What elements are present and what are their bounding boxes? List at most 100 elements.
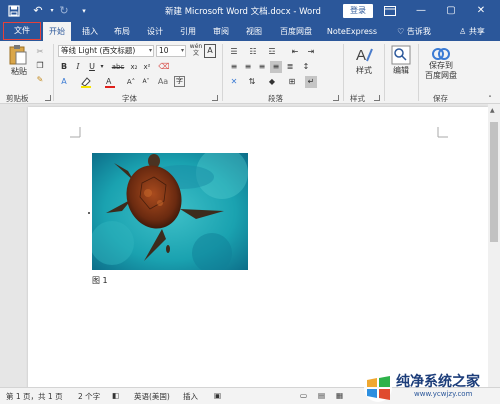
font-name-box[interactable]: 等线 Light (西文标题) ▾ <box>58 45 154 57</box>
chinese-layout-icon[interactable]: ✕ <box>228 76 240 88</box>
paste-icon <box>9 45 27 65</box>
read-mode-icon[interactable]: ▭ <box>300 391 307 400</box>
vertical-scrollbar[interactable]: ▲ <box>488 104 500 387</box>
text-effects-icon[interactable]: A <box>58 76 70 88</box>
font-color-icon[interactable]: A <box>104 76 116 88</box>
clear-formatting-icon[interactable]: ⌫ <box>158 61 170 73</box>
tab-insert[interactable]: 插入 <box>78 22 102 41</box>
document-title: 新建 Microsoft Word 文档.docx - Word <box>165 7 321 17</box>
tab-references[interactable]: 引用 <box>176 22 200 41</box>
tab-view[interactable]: 视图 <box>242 22 266 41</box>
tab-layout[interactable]: 布局 <box>110 22 134 41</box>
scroll-thumb[interactable] <box>490 122 498 242</box>
shrink-font-icon[interactable]: A˅ <box>140 76 152 88</box>
tell-me-search[interactable]: ♡ 告诉我 <box>392 22 436 41</box>
restore-button[interactable]: ▢ <box>440 2 462 20</box>
decrease-indent-icon[interactable]: ⇤ <box>289 46 301 58</box>
styles-launcher-icon[interactable] <box>374 95 380 101</box>
align-left-icon[interactable]: ≡ <box>228 61 240 73</box>
italic-button[interactable]: I <box>72 61 84 73</box>
figure-caption[interactable]: 图 1 <box>92 275 108 286</box>
turtle-image[interactable] <box>92 153 248 270</box>
login-button[interactable]: 登录 <box>343 4 373 18</box>
change-case-icon[interactable]: Aa <box>157 76 169 88</box>
save-icon[interactable] <box>6 3 22 19</box>
styles-icon: A <box>356 47 373 64</box>
cut-icon[interactable]: ✂ <box>34 46 46 58</box>
editing-button[interactable]: 编辑 <box>388 45 414 77</box>
redo-icon[interactable]: ↻ <box>56 3 72 19</box>
page-count[interactable]: 第 1 页，共 1 页 <box>6 391 63 402</box>
tab-noteexpress[interactable]: NoteExpress <box>325 22 379 41</box>
font-group-label: 字体 <box>122 94 137 103</box>
paragraph-group-label: 段落 <box>268 94 283 103</box>
sort-icon[interactable]: ⇅ <box>246 76 258 88</box>
justify-icon[interactable]: ≡ <box>270 61 282 73</box>
underline-button[interactable]: U <box>86 61 98 73</box>
scroll-up-icon[interactable]: ▲ <box>490 107 495 114</box>
title-bar: ↶ ▾ ↻ ▾ 新建 Microsoft Word 文档.docx - Word… <box>0 0 500 22</box>
baidu-netdisk-icon <box>432 48 450 60</box>
copy-icon[interactable]: ❐ <box>34 60 46 72</box>
font-launcher-icon[interactable] <box>212 95 218 101</box>
tab-design[interactable]: 设计 <box>143 22 167 41</box>
share-button[interactable]: ♙ 共享 <box>452 22 492 41</box>
tab-home[interactable]: 开始 <box>43 22 71 41</box>
paste-button[interactable]: 粘贴 <box>8 44 30 78</box>
save-to-baidu-button[interactable]: 保存到 百度网盘 <box>422 45 460 81</box>
align-right-icon[interactable]: ≡ <box>256 61 268 73</box>
show-marks-icon[interactable]: ↵ <box>305 76 317 88</box>
strikethrough-button[interactable]: abc <box>110 61 126 73</box>
baidu-netdisk-label: 百度网盘 <box>425 71 457 80</box>
close-button[interactable]: ✕ <box>470 2 492 20</box>
styles-label: 样式 <box>356 66 372 75</box>
clipboard-launcher-icon[interactable] <box>45 95 51 101</box>
print-layout-icon[interactable]: ▤ <box>318 391 325 400</box>
word-count[interactable]: 2 个字 <box>78 391 100 402</box>
document-canvas: 图 1 ▲ <box>0 104 500 397</box>
grow-font-icon[interactable]: A˄ <box>125 76 137 88</box>
bold-button[interactable]: B <box>58 61 70 73</box>
divider <box>418 44 419 101</box>
phonetic-wen-sub: 文 <box>192 50 199 57</box>
bullets-icon[interactable]: ☰ <box>228 46 240 58</box>
subscript-button[interactable]: x₂ <box>128 61 140 73</box>
language-status[interactable]: 英语(美国) <box>134 391 170 402</box>
font-size-box[interactable]: 10 ▾ <box>156 45 186 57</box>
align-center-icon[interactable]: ≡ <box>242 61 254 73</box>
increase-indent-icon[interactable]: ⇥ <box>305 46 317 58</box>
ribbon-display-icon[interactable] <box>382 3 398 19</box>
watermark-url: www.ycwjzy.com <box>414 390 473 398</box>
insert-mode[interactable]: 插入 <box>183 391 198 402</box>
multilevel-list-icon[interactable]: ☲ <box>266 46 278 58</box>
chevron-down-icon: ▾ <box>148 47 152 54</box>
highlight-icon[interactable] <box>80 76 92 88</box>
proofing-icon[interactable]: ◧ <box>112 391 119 400</box>
tab-file[interactable]: 文件 <box>3 22 41 40</box>
web-layout-icon[interactable]: ▦ <box>336 391 343 400</box>
customize-toolbar-icon[interactable]: ▾ <box>76 3 92 19</box>
tab-baidu-netdisk[interactable]: 百度网盘 <box>276 22 316 41</box>
font-name-value: 等线 Light (西文标题) <box>61 46 136 55</box>
styles-button[interactable]: A 样式 <box>350 45 378 77</box>
borders-icon[interactable]: ⊞ <box>286 76 298 88</box>
minimize-button[interactable]: — <box>410 2 432 20</box>
shading-icon[interactable]: ◆ <box>266 76 278 88</box>
underline-dropdown-icon[interactable]: ▾ <box>98 61 106 73</box>
line-spacing-icon[interactable]: ↕ <box>300 61 312 73</box>
paragraph-launcher-icon[interactable] <box>333 95 339 101</box>
tab-review[interactable]: 审阅 <box>209 22 233 41</box>
superscript-button[interactable]: x² <box>141 61 153 73</box>
format-painter-icon[interactable]: ✎ <box>34 74 46 86</box>
macro-icon[interactable]: ▣ <box>214 391 221 400</box>
save-to-label: 保存到 <box>429 61 453 70</box>
enclose-character-icon[interactable]: 字 <box>174 76 185 87</box>
distributed-icon[interactable]: ≣ <box>284 61 296 73</box>
watermark-title: 纯净系统之家 <box>396 374 480 390</box>
site-watermark: 纯净系统之家 www.ycwjzy.com <box>362 370 500 404</box>
numbering-icon[interactable]: ☷ <box>247 46 259 58</box>
editing-label: 编辑 <box>393 66 409 75</box>
document-page[interactable]: 图 1 <box>28 107 488 397</box>
character-border-button[interactable]: A <box>204 44 216 58</box>
phonetic-guide-button[interactable]: wén 文 <box>189 43 203 57</box>
